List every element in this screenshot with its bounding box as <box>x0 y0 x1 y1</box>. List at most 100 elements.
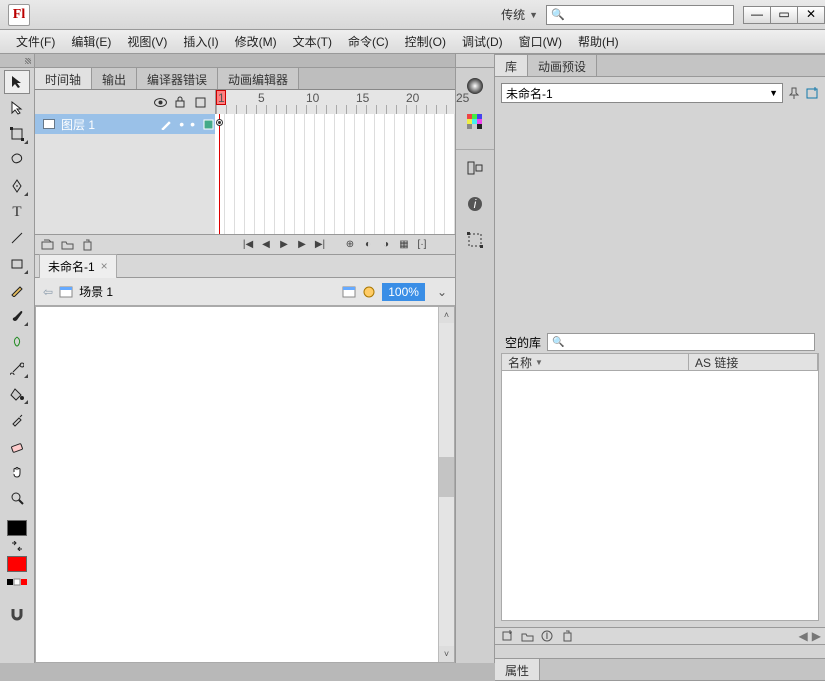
first-frame-button[interactable]: |◀ <box>240 237 256 253</box>
tab-compiler[interactable]: 编译器错误 <box>137 68 218 89</box>
tab-output[interactable]: 输出 <box>92 68 137 89</box>
vertical-scrollbar[interactable]: ˄ ˅ <box>438 307 454 662</box>
swap-colors[interactable] <box>4 538 30 554</box>
frame-ruler[interactable]: 1 5 10 15 20 25 <box>215 90 455 114</box>
keyframe[interactable] <box>216 119 223 126</box>
toolbox-header[interactable] <box>0 54 34 68</box>
delete-button[interactable] <box>559 628 575 644</box>
scene-label[interactable]: 场景 1 <box>79 283 113 300</box>
stroke-color-swatch[interactable] <box>7 520 27 536</box>
swatches-panel-icon[interactable] <box>456 104 494 140</box>
color-options[interactable] <box>4 574 30 592</box>
scroll-up-icon[interactable]: ˄ <box>439 307 454 323</box>
free-transform-tool[interactable] <box>4 122 30 146</box>
modify-markers-button[interactable]: [·] <box>414 237 430 253</box>
layout-dropdown[interactable]: 传统 ▼ <box>493 6 546 23</box>
menu-text[interactable]: 文本(T) <box>287 31 338 52</box>
tab-library[interactable]: 库 <box>495 55 528 76</box>
info-panel-icon[interactable]: i <box>456 186 494 222</box>
text-tool[interactable]: T <box>4 200 30 224</box>
scroll-down-icon[interactable]: ˅ <box>439 646 454 662</box>
library-items-list[interactable] <box>501 371 819 621</box>
scrollbar-thumb[interactable] <box>439 457 454 497</box>
timeline-grip[interactable] <box>35 54 455 68</box>
center-frame-button[interactable]: ⊕ <box>342 237 358 253</box>
last-frame-button[interactable]: ▶| <box>312 237 328 253</box>
edit-scene-icon[interactable] <box>342 285 356 299</box>
bone-tool[interactable] <box>4 356 30 380</box>
zoom-dropdown-icon[interactable]: ⌄ <box>431 285 447 299</box>
properties-button[interactable]: i <box>539 628 555 644</box>
menu-window[interactable]: 窗口(W) <box>513 31 568 52</box>
layer-vis-dot[interactable]: • <box>179 116 184 132</box>
maximize-button[interactable]: ▭ <box>770 6 798 24</box>
back-arrow-icon[interactable]: ⇦ <box>43 285 53 299</box>
close-button[interactable]: ✕ <box>797 6 825 24</box>
close-tab-icon[interactable]: × <box>101 259 108 273</box>
properties-grip[interactable] <box>495 645 825 659</box>
library-search-input[interactable]: 🔍 <box>547 333 815 351</box>
eraser-tool[interactable] <box>4 434 30 458</box>
frames-area[interactable] <box>215 114 455 234</box>
onion-outline-button[interactable]: ◑ <box>378 237 394 253</box>
new-symbol-button[interactable] <box>499 628 515 644</box>
onion-skin-button[interactable]: ◐ <box>360 237 376 253</box>
pencil-tool[interactable] <box>4 278 30 302</box>
col-link[interactable]: AS 链接 <box>689 354 818 370</box>
minimize-button[interactable]: — <box>743 6 771 24</box>
menu-control[interactable]: 控制(O) <box>399 31 452 52</box>
next-frame-button[interactable]: ▶ <box>294 237 310 253</box>
menu-insert[interactable]: 插入(I) <box>177 31 224 52</box>
hand-tool[interactable] <box>4 460 30 484</box>
zoom-level[interactable]: 100% <box>382 283 425 301</box>
pen-tool[interactable] <box>4 174 30 198</box>
deco-tool[interactable] <box>4 330 30 354</box>
scroll-right-icon[interactable]: ▶ <box>812 629 821 643</box>
layer-lock-dot[interactable]: • <box>190 116 195 132</box>
rectangle-tool[interactable] <box>4 252 30 276</box>
zoom-tool[interactable] <box>4 486 30 510</box>
tab-properties[interactable]: 属性 <box>495 659 540 680</box>
play-button[interactable]: ▶ <box>276 237 292 253</box>
new-layer-button[interactable] <box>39 237 55 253</box>
col-name[interactable]: 名称▼ <box>502 354 689 370</box>
new-library-icon[interactable] <box>805 86 819 100</box>
document-tab[interactable]: 未命名-1 × <box>39 254 117 279</box>
outline-icon[interactable] <box>193 95 207 109</box>
eyedropper-tool[interactable] <box>4 408 30 432</box>
tab-timeline[interactable]: 时间轴 <box>35 68 92 89</box>
menu-debug[interactable]: 调试(D) <box>456 31 509 52</box>
pin-library-icon[interactable] <box>787 86 801 100</box>
stage[interactable]: ˄ ˅ <box>35 306 455 663</box>
menu-commands[interactable]: 命令(C) <box>342 31 395 52</box>
selection-tool[interactable] <box>4 70 30 94</box>
snap-option[interactable] <box>4 602 30 626</box>
menu-help[interactable]: 帮助(H) <box>572 31 625 52</box>
layer-outline-box[interactable] <box>201 117 215 131</box>
library-doc-dropdown[interactable]: 未命名-1 ▼ <box>501 83 783 103</box>
tab-motion[interactable]: 动画编辑器 <box>218 68 299 89</box>
menu-edit[interactable]: 编辑(E) <box>65 31 117 52</box>
brush-tool[interactable] <box>4 304 30 328</box>
eye-icon[interactable] <box>153 95 167 109</box>
scroll-left-icon[interactable]: ◀ <box>799 629 808 643</box>
layer-row[interactable]: 图层 1 • • <box>35 114 215 134</box>
subselection-tool[interactable] <box>4 96 30 120</box>
edit-multiple-button[interactable]: ▦ <box>396 237 412 253</box>
edit-symbol-icon[interactable] <box>362 285 376 299</box>
menu-file[interactable]: 文件(F) <box>10 31 61 52</box>
search-input[interactable]: 🔍 <box>546 5 734 25</box>
fill-color-swatch[interactable] <box>7 556 27 572</box>
menu-modify[interactable]: 修改(M) <box>229 31 283 52</box>
delete-layer-button[interactable] <box>79 237 95 253</box>
align-panel-icon[interactable] <box>456 150 494 186</box>
new-folder-button[interactable] <box>519 628 535 644</box>
lasso-tool[interactable] <box>4 148 30 172</box>
line-tool[interactable] <box>4 226 30 250</box>
iconbar-grip[interactable] <box>456 54 494 68</box>
paint-bucket-tool[interactable] <box>4 382 30 406</box>
tab-motion-presets[interactable]: 动画预设 <box>528 55 597 76</box>
prev-frame-button[interactable]: ◀ <box>258 237 274 253</box>
menu-view[interactable]: 视图(V) <box>121 31 173 52</box>
transform-panel-icon[interactable] <box>456 222 494 258</box>
